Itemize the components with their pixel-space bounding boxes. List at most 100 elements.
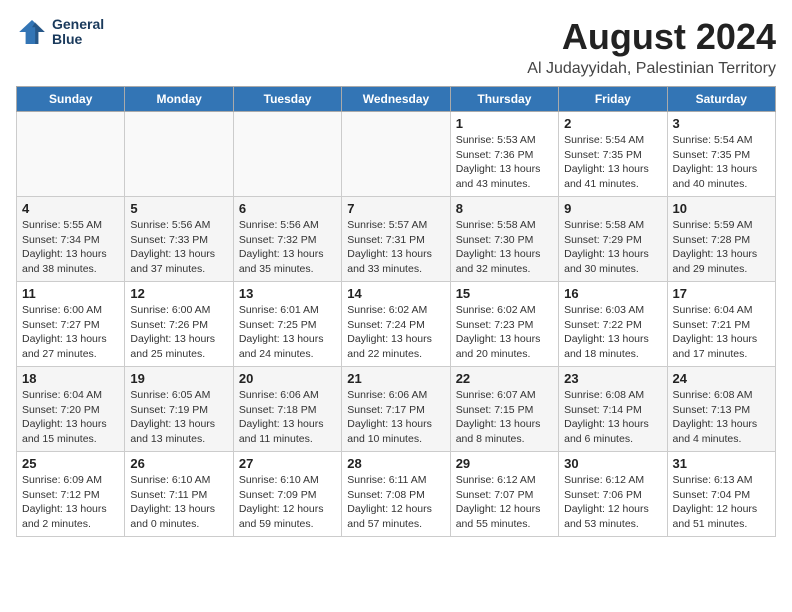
calendar-day-cell: 16 Sunrise: 6:03 AM Sunset: 7:22 PM Dayli…: [559, 282, 667, 367]
calendar-day-cell: 20Sunrise: 6:06 AM Sunset: 7:18 PM Dayli…: [233, 367, 341, 452]
day-info: Sunrise: 5:55 AM Sunset: 7:34 PM Dayligh…: [22, 218, 119, 277]
day-number: 1: [456, 116, 553, 131]
day-info: Sunrise: 6:08 AM Sunset: 7:13 PM Dayligh…: [673, 388, 770, 447]
day-info: Sunrise: 6:06 AM Sunset: 7:18 PM Dayligh…: [239, 388, 336, 447]
day-info: Sunrise: 6:12 AM Sunset: 7:07 PM Dayligh…: [456, 473, 553, 532]
day-number: 16: [564, 286, 661, 301]
day-info: Sunrise: 6:02 AM Sunset: 7:24 PM Dayligh…: [347, 303, 444, 362]
day-number: 12: [130, 286, 227, 301]
calendar-day-cell: 12 Sunrise: 6:00 AM Sunset: 7:26 PM Dayli…: [125, 282, 233, 367]
calendar-day-cell: 9Sunrise: 5:58 AM Sunset: 7:29 PM Daylig…: [559, 197, 667, 282]
day-info: Sunrise: 5:57 AM Sunset: 7:31 PM Dayligh…: [347, 218, 444, 277]
day-number: 6: [239, 201, 336, 216]
calendar-day-cell: [233, 112, 341, 197]
day-info: Sunrise: 6:13 AM Sunset: 7:04 PM Dayligh…: [673, 473, 770, 532]
day-info: Sunrise: 5:54 AM Sunset: 7:35 PM Dayligh…: [564, 133, 661, 192]
calendar-day-cell: 23Sunrise: 6:08 AM Sunset: 7:14 PM Dayli…: [559, 367, 667, 452]
day-number: 17: [673, 286, 770, 301]
day-info: Sunrise: 6:08 AM Sunset: 7:14 PM Dayligh…: [564, 388, 661, 447]
calendar-day-cell: [342, 112, 450, 197]
day-number: 14: [347, 286, 444, 301]
day-number: 13: [239, 286, 336, 301]
calendar-day-cell: 11Sunrise: 6:00 AM Sunset: 7:27 PM Dayli…: [17, 282, 125, 367]
calendar-day-cell: 10 Sunrise: 5:59 AM Sunset: 7:28 PM Dayli…: [667, 197, 775, 282]
day-number: 26: [130, 456, 227, 471]
weekday-header-row: SundayMondayTuesdayWednesdayThursdayFrid…: [17, 87, 776, 112]
day-info: Sunrise: 6:03 AM Sunset: 7:22 PM Dayligh…: [564, 303, 661, 362]
day-info: Sunrise: 5:58 AM Sunset: 7:30 PM Dayligh…: [456, 218, 553, 277]
page-header: General Blue August 2024 Al Judayyidah, …: [16, 16, 776, 78]
day-number: 5: [130, 201, 227, 216]
calendar-day-cell: 15 Sunrise: 6:02 AM Sunset: 7:23 PM Dayli…: [450, 282, 558, 367]
calendar-day-cell: 13 Sunrise: 6:01 AM Sunset: 7:25 PM Dayli…: [233, 282, 341, 367]
calendar-day-cell: 18 Sunrise: 6:04 AM Sunset: 7:20 PM Dayli…: [17, 367, 125, 452]
day-info: Sunrise: 5:58 AM Sunset: 7:29 PM Dayligh…: [564, 218, 661, 277]
calendar-day-cell: 22Sunrise: 6:07 AM Sunset: 7:15 PM Dayli…: [450, 367, 558, 452]
calendar-week-row: 11Sunrise: 6:00 AM Sunset: 7:27 PM Dayli…: [17, 282, 776, 367]
day-info: Sunrise: 5:59 AM Sunset: 7:28 PM Dayligh…: [673, 218, 770, 277]
day-info: Sunrise: 6:09 AM Sunset: 7:12 PM Dayligh…: [22, 473, 119, 532]
calendar-day-cell: 25 Sunrise: 6:09 AM Sunset: 7:12 PM Dayli…: [17, 452, 125, 537]
calendar-day-cell: 17 Sunrise: 6:04 AM Sunset: 7:21 PM Dayli…: [667, 282, 775, 367]
weekday-header-cell: Friday: [559, 87, 667, 112]
weekday-header-cell: Wednesday: [342, 87, 450, 112]
calendar-table: SundayMondayTuesdayWednesdayThursdayFrid…: [16, 86, 776, 537]
title-section: August 2024 Al Judayyidah, Palestinian T…: [527, 16, 776, 78]
logo-line1: General: [52, 17, 104, 32]
day-number: 29: [456, 456, 553, 471]
day-info: Sunrise: 5:53 AM Sunset: 7:36 PM Dayligh…: [456, 133, 553, 192]
logo-icon: [16, 16, 48, 48]
day-number: 31: [673, 456, 770, 471]
weekday-header-cell: Sunday: [17, 87, 125, 112]
day-info: Sunrise: 6:10 AM Sunset: 7:11 PM Dayligh…: [130, 473, 227, 532]
calendar-week-row: 4Sunrise: 5:55 AM Sunset: 7:34 PM Daylig…: [17, 197, 776, 282]
weekday-header-cell: Monday: [125, 87, 233, 112]
calendar-day-cell: [17, 112, 125, 197]
day-number: 25: [22, 456, 119, 471]
day-info: Sunrise: 5:54 AM Sunset: 7:35 PM Dayligh…: [673, 133, 770, 192]
calendar-day-cell: 8Sunrise: 5:58 AM Sunset: 7:30 PM Daylig…: [450, 197, 558, 282]
day-info: Sunrise: 6:04 AM Sunset: 7:20 PM Dayligh…: [22, 388, 119, 447]
day-number: 10: [673, 201, 770, 216]
weekday-header-cell: Saturday: [667, 87, 775, 112]
day-info: Sunrise: 6:06 AM Sunset: 7:17 PM Dayligh…: [347, 388, 444, 447]
calendar-day-cell: 7Sunrise: 5:57 AM Sunset: 7:31 PM Daylig…: [342, 197, 450, 282]
day-number: 18: [22, 371, 119, 386]
day-info: Sunrise: 6:00 AM Sunset: 7:27 PM Dayligh…: [22, 303, 119, 362]
day-number: 28: [347, 456, 444, 471]
calendar-day-cell: 26 Sunrise: 6:10 AM Sunset: 7:11 PM Dayli…: [125, 452, 233, 537]
subtitle: Al Judayyidah, Palestinian Territory: [527, 60, 776, 78]
calendar-day-cell: 4Sunrise: 5:55 AM Sunset: 7:34 PM Daylig…: [17, 197, 125, 282]
day-info: Sunrise: 6:02 AM Sunset: 7:23 PM Dayligh…: [456, 303, 553, 362]
day-number: 21: [347, 371, 444, 386]
day-info: Sunrise: 6:04 AM Sunset: 7:21 PM Dayligh…: [673, 303, 770, 362]
main-title: August 2024: [527, 16, 776, 58]
day-number: 22: [456, 371, 553, 386]
calendar-week-row: 25 Sunrise: 6:09 AM Sunset: 7:12 PM Dayli…: [17, 452, 776, 537]
day-number: 27: [239, 456, 336, 471]
day-number: 2: [564, 116, 661, 131]
day-info: Sunrise: 6:00 AM Sunset: 7:26 PM Dayligh…: [130, 303, 227, 362]
day-info: Sunrise: 5:56 AM Sunset: 7:32 PM Dayligh…: [239, 218, 336, 277]
calendar-day-cell: 14 Sunrise: 6:02 AM Sunset: 7:24 PM Dayli…: [342, 282, 450, 367]
weekday-header-cell: Thursday: [450, 87, 558, 112]
calendar-day-cell: 27Sunrise: 6:10 AM Sunset: 7:09 PM Dayli…: [233, 452, 341, 537]
weekday-header-cell: Tuesday: [233, 87, 341, 112]
day-info: Sunrise: 6:11 AM Sunset: 7:08 PM Dayligh…: [347, 473, 444, 532]
day-info: Sunrise: 6:12 AM Sunset: 7:06 PM Dayligh…: [564, 473, 661, 532]
calendar-day-cell: 21 Sunrise: 6:06 AM Sunset: 7:17 PM Dayli…: [342, 367, 450, 452]
day-info: Sunrise: 6:05 AM Sunset: 7:19 PM Dayligh…: [130, 388, 227, 447]
calendar-day-cell: 30Sunrise: 6:12 AM Sunset: 7:06 PM Dayli…: [559, 452, 667, 537]
day-number: 15: [456, 286, 553, 301]
calendar-day-cell: 5Sunrise: 5:56 AM Sunset: 7:33 PM Daylig…: [125, 197, 233, 282]
calendar-day-cell: 24 Sunrise: 6:08 AM Sunset: 7:13 PM Dayli…: [667, 367, 775, 452]
day-info: Sunrise: 6:01 AM Sunset: 7:25 PM Dayligh…: [239, 303, 336, 362]
calendar-body: 1 Sunrise: 5:53 AM Sunset: 7:36 PM Daylig…: [17, 112, 776, 537]
calendar-day-cell: 3 Sunrise: 5:54 AM Sunset: 7:35 PM Daylig…: [667, 112, 775, 197]
logo-line2: Blue: [52, 32, 104, 47]
logo: General Blue: [16, 16, 104, 48]
day-number: 24: [673, 371, 770, 386]
day-number: 3: [673, 116, 770, 131]
calendar-day-cell: 28 Sunrise: 6:11 AM Sunset: 7:08 PM Dayli…: [342, 452, 450, 537]
calendar-day-cell: 29 Sunrise: 6:12 AM Sunset: 7:07 PM Dayli…: [450, 452, 558, 537]
